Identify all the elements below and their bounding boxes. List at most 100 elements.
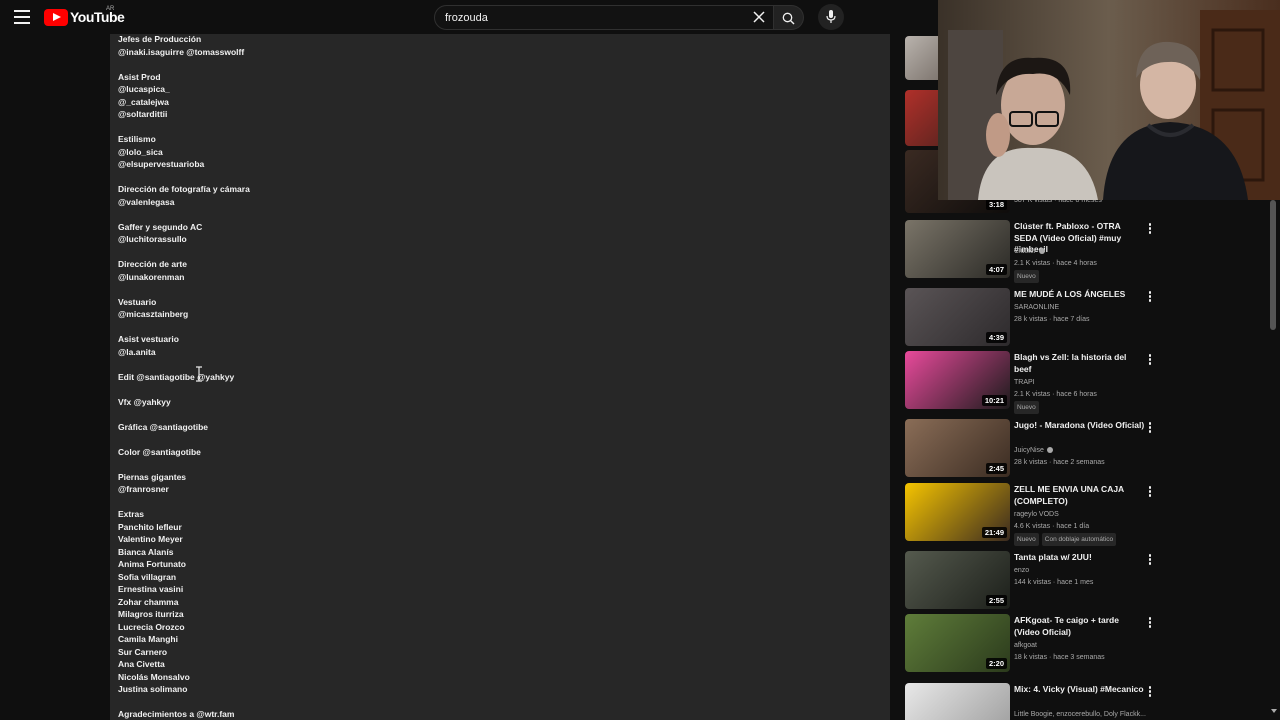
description-line: Justina solimano [118,684,188,694]
badge-row: Nuevo [1014,401,1154,414]
channel-name-text: afkgoat [1014,642,1037,649]
description-blank-line [118,283,882,296]
description-line[interactable]: @lunakorenman [118,271,882,284]
video-duration: 2:45 [985,463,1007,474]
video-thumbnail[interactable]: 4:39 [905,288,1010,346]
video-thumbnail[interactable]: 2:45 [905,419,1010,477]
video-stats: 28 k vistas · hace 7 días [1014,315,1090,323]
video-thumbnail[interactable]: 21:49 [905,483,1010,541]
video-duration: 4:39 [985,332,1007,343]
more-actions-icon[interactable] [1146,291,1154,303]
channel-name-text: enzo [1014,566,1030,574]
video-title[interactable]: Blagh vs Zell: la historia del beef [1014,352,1146,375]
description-line[interactable]: @elsupervestuarioba [118,158,882,171]
description-line[interactable]: @luchitorassullo [118,233,882,246]
description-line[interactable]: @lucaspica_ [118,83,882,96]
channel-name[interactable]: Little Boogie, enzocerebullo, Doly Flack… [1014,709,1154,720]
description-line[interactable]: @micasztainberg [118,308,882,321]
video-title[interactable]: AFKgoat- Te caigo + tarde (Video Oficial… [1014,615,1146,638]
description-line[interactable]: Agradecimientos a @wtr.fam [118,708,882,720]
channel-name-text: rageylo VODS [1014,511,1059,518]
description-blank-line [118,246,882,259]
description-blank-line [118,171,882,184]
more-actions-icon[interactable] [1146,354,1154,366]
description-line[interactable]: @valenlegasa [118,196,882,209]
video-duration: 4:07 [985,264,1007,275]
description-blank-line [118,358,882,371]
scroll-down-arrow-icon[interactable] [1271,709,1277,713]
channel-name[interactable]: Clúster [1014,246,1154,257]
video-duration: 21:49 [981,527,1007,538]
youtube-play-icon [44,8,68,26]
description-line[interactable]: @_catalejwa [118,96,882,109]
clear-search-icon[interactable] [752,10,766,24]
description-line[interactable]: Vfx @yahkyy [118,396,882,409]
description-line: Vestuario [118,296,157,307]
description-line[interactable]: Edit @santiagotibe @yahkyy [118,371,882,384]
voice-search-button[interactable] [818,4,844,30]
description-line: Sur Carnero [118,646,168,657]
video-stats: 28 k vistas · hace 2 semanas [1014,459,1105,466]
video-thumbnail[interactable] [905,683,1010,720]
more-actions-icon[interactable] [1146,617,1154,629]
description-line[interactable]: @la.anita [118,346,882,359]
video-thumbnail[interactable]: 2:20 [905,614,1010,672]
description-line[interactable]: Color @santiagotibe [118,446,882,459]
more-actions-icon[interactable] [1146,422,1154,434]
video-title[interactable]: ZELL ME ENVIA UNA CAJA (COMPLETO) [1014,484,1146,507]
description-blank-line [118,433,882,446]
channel-name-text: SARAONLINE [1014,303,1060,311]
video-thumbnail[interactable]: 4:07 [905,220,1010,278]
more-actions-icon[interactable] [1146,223,1154,235]
description-line: Panchito lefleur [118,521,182,532]
description-line: Extras [118,509,144,519]
channel-name[interactable]: enzo [1014,565,1154,576]
video-title[interactable]: Tanta plata w/ 2UU! [1014,552,1146,564]
description-line: Camila Manghi [118,634,178,644]
video-description: Jefes de Producción @inaki.isaguirre @tom… [110,34,890,720]
badge-row: Nuevo [1014,270,1154,283]
badge-row: Nuevo Con doblaje automático [1014,533,1154,546]
search-button[interactable] [774,5,804,30]
description-line[interactable]: @lolo_sica [118,146,882,159]
channel-name-text: JuicyNise [1014,447,1044,454]
video-duration: 2:20 [985,658,1007,669]
video-thumbnail[interactable]: 2:55 [905,551,1010,609]
video-title[interactable]: Jugo! - Maradona (Video Oficial) [1014,420,1146,432]
video-stats: 4.6 K vistas · hace 1 día [1014,523,1090,530]
menu-icon[interactable] [14,10,30,24]
video-badge: Nuevo [1014,401,1039,414]
channel-name[interactable]: afkgoat [1014,640,1154,651]
description-line: Asist vestuario [118,334,179,344]
description-line[interactable]: Gráfica @santiagotibe [118,421,882,434]
logo-text: YouTube [70,9,125,25]
description-blank-line [118,458,882,471]
channel-name-text: TRAPI [1014,379,1035,386]
video-thumbnail[interactable]: 10:21 [905,351,1010,409]
search-input[interactable] [445,6,745,29]
more-actions-icon[interactable] [1146,686,1154,698]
search-box [434,5,774,30]
channel-name[interactable]: rageylo VODS [1014,509,1154,520]
description-line: Gaffer y segundo AC [118,221,203,232]
more-actions-icon[interactable] [1146,486,1154,498]
description-line: Piernas gigantes [118,471,187,482]
description-line[interactable]: @franrosner [118,483,882,496]
webcam-image [938,0,1280,200]
video-title[interactable]: Mix: 4. Vicky (Visual) #Mecanico [1014,684,1146,696]
video-badge: Nuevo [1014,533,1039,546]
description-line: Ana Civetta [118,659,165,669]
description-line: Lucrecia Orozco [118,621,185,632]
video-title[interactable]: ME MUDÉ A LOS ÁNGELES [1014,289,1146,301]
channel-name[interactable]: SARAONLINE [1014,302,1154,313]
video-stats: 144 k vistas · hace 1 mes [1014,578,1094,586]
description-line[interactable]: @soltardittii [118,108,882,121]
channel-name[interactable]: JuicyNise [1014,445,1154,456]
channel-name-text: Little Boogie, enzocerebullo, Doly Flack… [1014,711,1146,718]
channel-name[interactable]: TRAPI [1014,377,1154,388]
description-line[interactable]: @inaki.isaguirre @tomasswolff [118,46,882,59]
description-blank-line [118,121,882,134]
more-actions-icon[interactable] [1146,554,1154,566]
description-line: Sofia villagran [118,571,177,582]
scrollbar-thumb[interactable] [1270,200,1276,330]
